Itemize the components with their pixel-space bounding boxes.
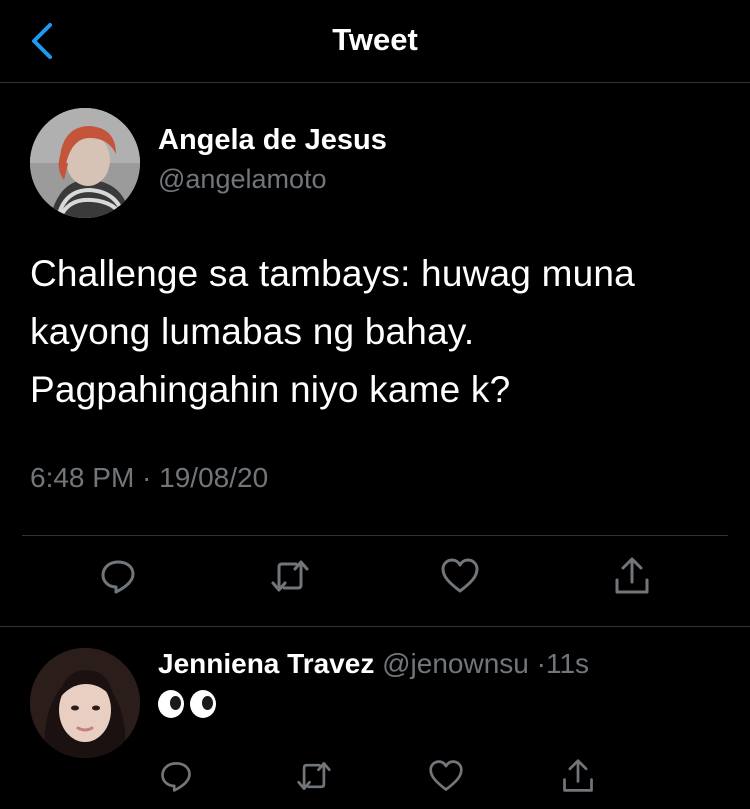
share-button[interactable] [612, 556, 652, 596]
reply-button[interactable] [158, 758, 194, 794]
reply-header: Jenniena Travez @jenownsu ·11s [158, 648, 589, 680]
like-icon [441, 558, 479, 593]
reply-icon [161, 762, 191, 792]
author-handle[interactable]: @angelamoto [158, 164, 327, 195]
eye-left-icon [158, 690, 184, 718]
avatar-photo [30, 108, 140, 218]
reply-button[interactable] [98, 556, 138, 596]
tweet-action-bar [0, 556, 750, 606]
share-button[interactable] [560, 758, 596, 794]
top-navigation-bar: Tweet [0, 0, 750, 83]
like-icon [429, 760, 463, 791]
eye-right-icon [190, 690, 216, 718]
divider [22, 535, 728, 536]
tweet-timestamp[interactable]: 6:48 PM · 19/08/20 [30, 462, 268, 494]
like-button[interactable] [428, 758, 464, 794]
reply-icon [101, 560, 135, 594]
retweet-button[interactable] [270, 556, 310, 596]
reply-action-bar [0, 758, 750, 808]
reply-avatar[interactable] [30, 648, 140, 758]
page-title: Tweet [332, 22, 418, 57]
separator-dot: · [536, 648, 546, 679]
author-name[interactable]: Angela de Jesus [158, 124, 387, 157]
tweet-text: Challenge sa tambays: huwag muna kayong … [30, 253, 635, 410]
share-icon [615, 557, 649, 594]
retweet-icon [297, 762, 331, 790]
reply-author-name[interactable]: Jenniena Travez [158, 648, 374, 679]
share-icon [563, 759, 593, 792]
avatar-photo [30, 648, 140, 758]
retweet-icon [271, 560, 309, 592]
like-button[interactable] [440, 556, 480, 596]
author-avatar[interactable] [30, 108, 140, 218]
divider [0, 626, 750, 627]
retweet-button[interactable] [296, 758, 332, 794]
eyes-emoji [158, 690, 216, 722]
reply-author-handle[interactable]: @jenownsu [382, 648, 529, 679]
reply-time[interactable]: 11s [546, 648, 589, 679]
